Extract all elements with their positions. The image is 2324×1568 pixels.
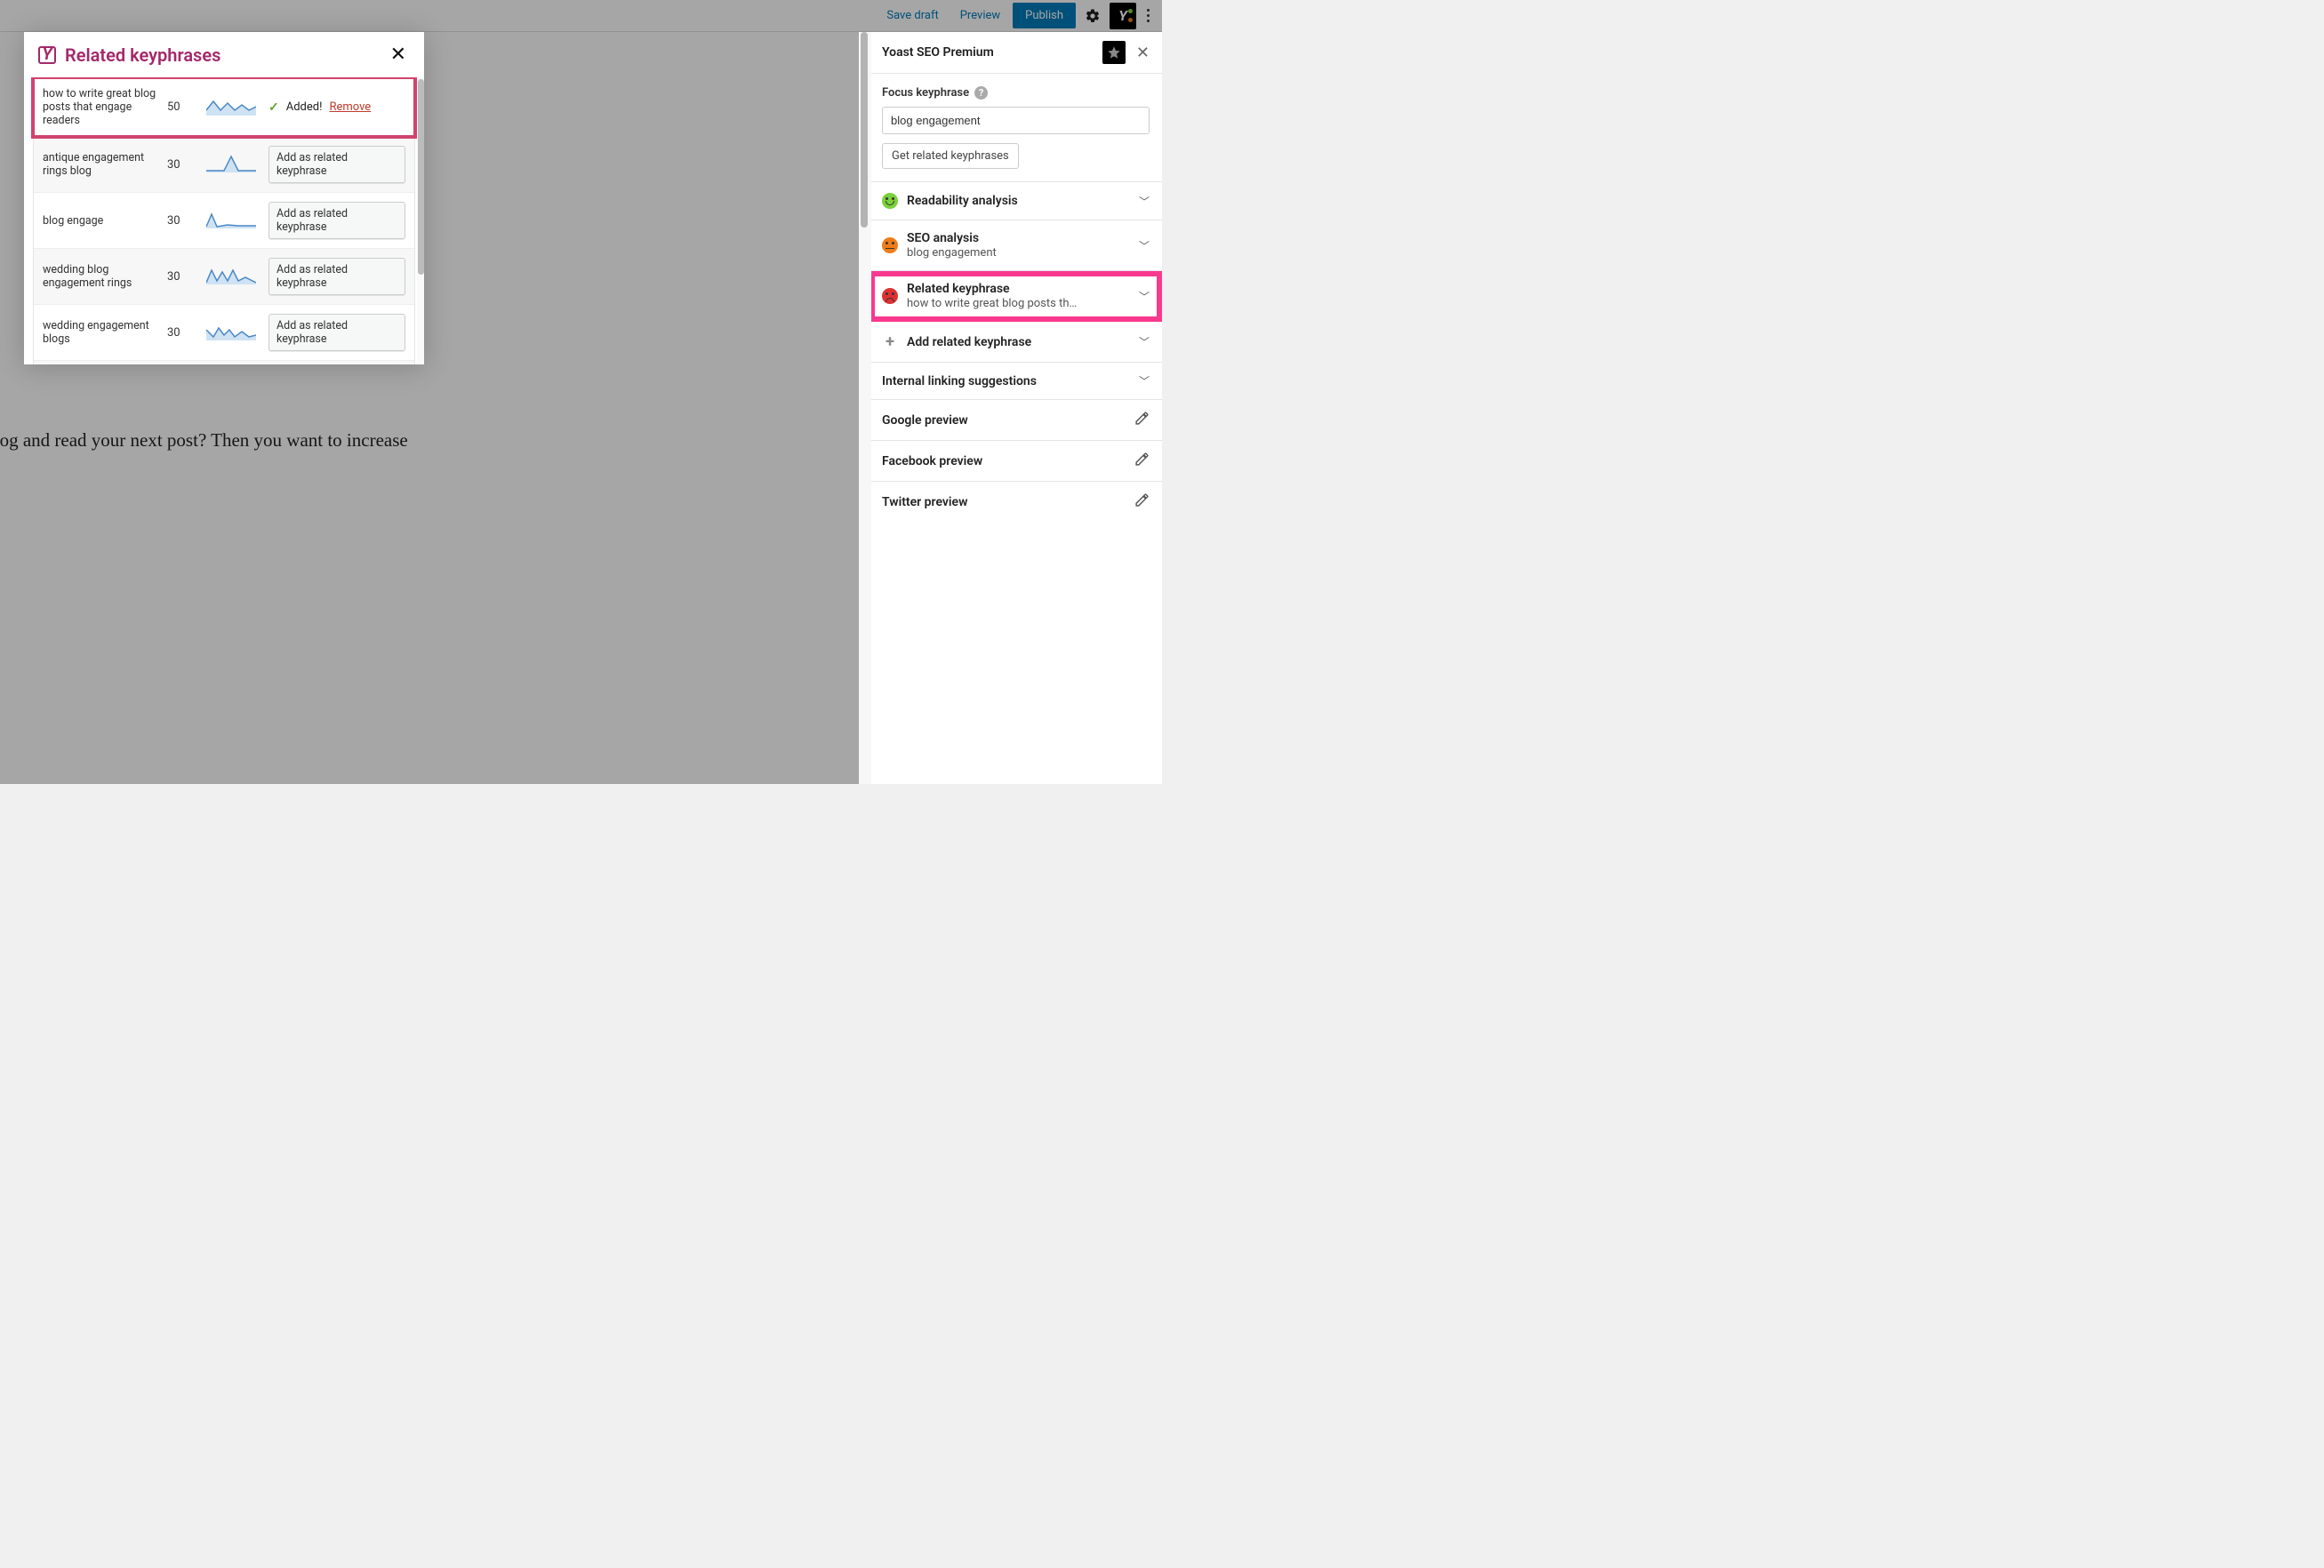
keyphrase-volume: 30 bbox=[167, 158, 206, 172]
trend-sparkline bbox=[206, 267, 263, 286]
plus-icon: + bbox=[882, 332, 898, 351]
trend-sparkline bbox=[206, 155, 263, 174]
keyphrase-text: wedding engagement blogs bbox=[43, 319, 167, 346]
modal-scrollbar[interactable] bbox=[417, 77, 424, 364]
add-keyphrase-button[interactable]: Add as related keyphrase bbox=[268, 202, 405, 239]
keyphrase-text: wedding blog engagement rings bbox=[43, 263, 167, 290]
status-bad-icon bbox=[882, 288, 898, 304]
keyphrase-text: how to write great blog posts that engag… bbox=[43, 87, 167, 127]
internal-linking-row[interactable]: Internal linking suggestions ﹀ bbox=[869, 363, 1162, 400]
add-keyphrase-button[interactable]: Add as related keyphrase bbox=[268, 146, 405, 183]
keyphrase-row: blog engage 30 Add as related keyphrase bbox=[34, 192, 414, 248]
sidebar-close-icon[interactable]: ✕ bbox=[1131, 44, 1155, 62]
add-related-keyphrase-row[interactable]: + Add related keyphrase ﹀ bbox=[869, 322, 1162, 363]
focus-keyphrase-section: Focus keyphrase ? Get related keyphrases bbox=[869, 74, 1162, 182]
facebook-preview-row[interactable]: Facebook preview bbox=[869, 441, 1162, 482]
keyphrase-text: antique engagement rings blog bbox=[43, 151, 167, 178]
star-icon[interactable] bbox=[1102, 41, 1126, 64]
chevron-down-icon: ﹀ bbox=[1139, 289, 1150, 304]
status-ok-icon bbox=[882, 237, 898, 253]
related-keyphrases-modal: Y Related keyphrases ✕ how to write grea… bbox=[24, 32, 424, 364]
twitter-preview-row[interactable]: Twitter preview bbox=[869, 482, 1162, 522]
edit-icon bbox=[1134, 492, 1150, 511]
remove-keyphrase-link[interactable]: Remove bbox=[329, 100, 371, 114]
add-keyphrase-button[interactable]: Add as related keyphrase bbox=[268, 258, 405, 295]
keyphrase-volume: 30 bbox=[167, 326, 206, 340]
modal-header: Y Related keyphrases ✕ bbox=[24, 32, 424, 77]
yoast-sidebar: Yoast SEO Premium ✕ Focus keyphrase ? Ge… bbox=[869, 32, 1162, 784]
sidebar-scrollbar[interactable] bbox=[859, 32, 871, 784]
keyphrase-table: how to write great blog posts that engag… bbox=[33, 77, 415, 364]
keyphrase-row: engaged blog 20 Add as related keyphrase bbox=[34, 360, 414, 364]
related-keyphrase-row[interactable]: Related keyphrasehow to write great blog… bbox=[869, 271, 1162, 322]
edit-icon bbox=[1134, 452, 1150, 470]
keyphrase-volume: 50 bbox=[167, 100, 206, 114]
keyphrase-row: how to write great blog posts that engag… bbox=[34, 78, 414, 136]
check-icon: ✓ bbox=[268, 100, 279, 115]
chevron-down-icon: ﹀ bbox=[1139, 334, 1150, 349]
trend-sparkline bbox=[206, 98, 263, 117]
help-icon[interactable]: ? bbox=[974, 86, 988, 100]
seo-analysis-row[interactable]: SEO analysisblog engagement ﹀ bbox=[869, 220, 1162, 271]
chevron-down-icon: ﹀ bbox=[1139, 194, 1150, 209]
trend-sparkline bbox=[206, 323, 263, 342]
add-keyphrase-button[interactable]: Add as related keyphrase bbox=[268, 314, 405, 351]
readability-analysis-row[interactable]: Readability analysis ﹀ bbox=[869, 182, 1162, 220]
keyphrase-row: wedding engagement blogs 30 Add as relat… bbox=[34, 304, 414, 360]
sidebar-title: Yoast SEO Premium bbox=[882, 45, 1102, 60]
sidebar-header: Yoast SEO Premium ✕ bbox=[869, 32, 1162, 74]
keyphrase-volume: 30 bbox=[167, 270, 206, 284]
modal-close-icon[interactable]: ✕ bbox=[387, 44, 410, 66]
added-label: Added! bbox=[286, 100, 323, 114]
trend-sparkline bbox=[206, 211, 263, 230]
edit-icon bbox=[1134, 411, 1150, 429]
keyphrase-row: wedding blog engagement rings 30 Add as … bbox=[34, 248, 414, 304]
google-preview-row[interactable]: Google preview bbox=[869, 400, 1162, 441]
keyphrase-row: antique engagement rings blog 30 Add as … bbox=[34, 136, 414, 192]
status-good-icon bbox=[882, 193, 898, 209]
keyphrase-text: blog engage bbox=[43, 214, 167, 228]
chevron-down-icon: ﹀ bbox=[1139, 373, 1150, 388]
chevron-down-icon: ﹀ bbox=[1139, 238, 1150, 253]
yoast-logo-icon: Y bbox=[38, 46, 56, 64]
focus-keyphrase-input[interactable] bbox=[882, 107, 1150, 134]
keyphrase-volume: 30 bbox=[167, 214, 206, 228]
get-related-keyphrases-button[interactable]: Get related keyphrases bbox=[882, 143, 1019, 169]
focus-keyphrase-label: Focus keyphrase ? bbox=[882, 86, 1150, 100]
modal-title: Related keyphrases bbox=[65, 44, 378, 66]
